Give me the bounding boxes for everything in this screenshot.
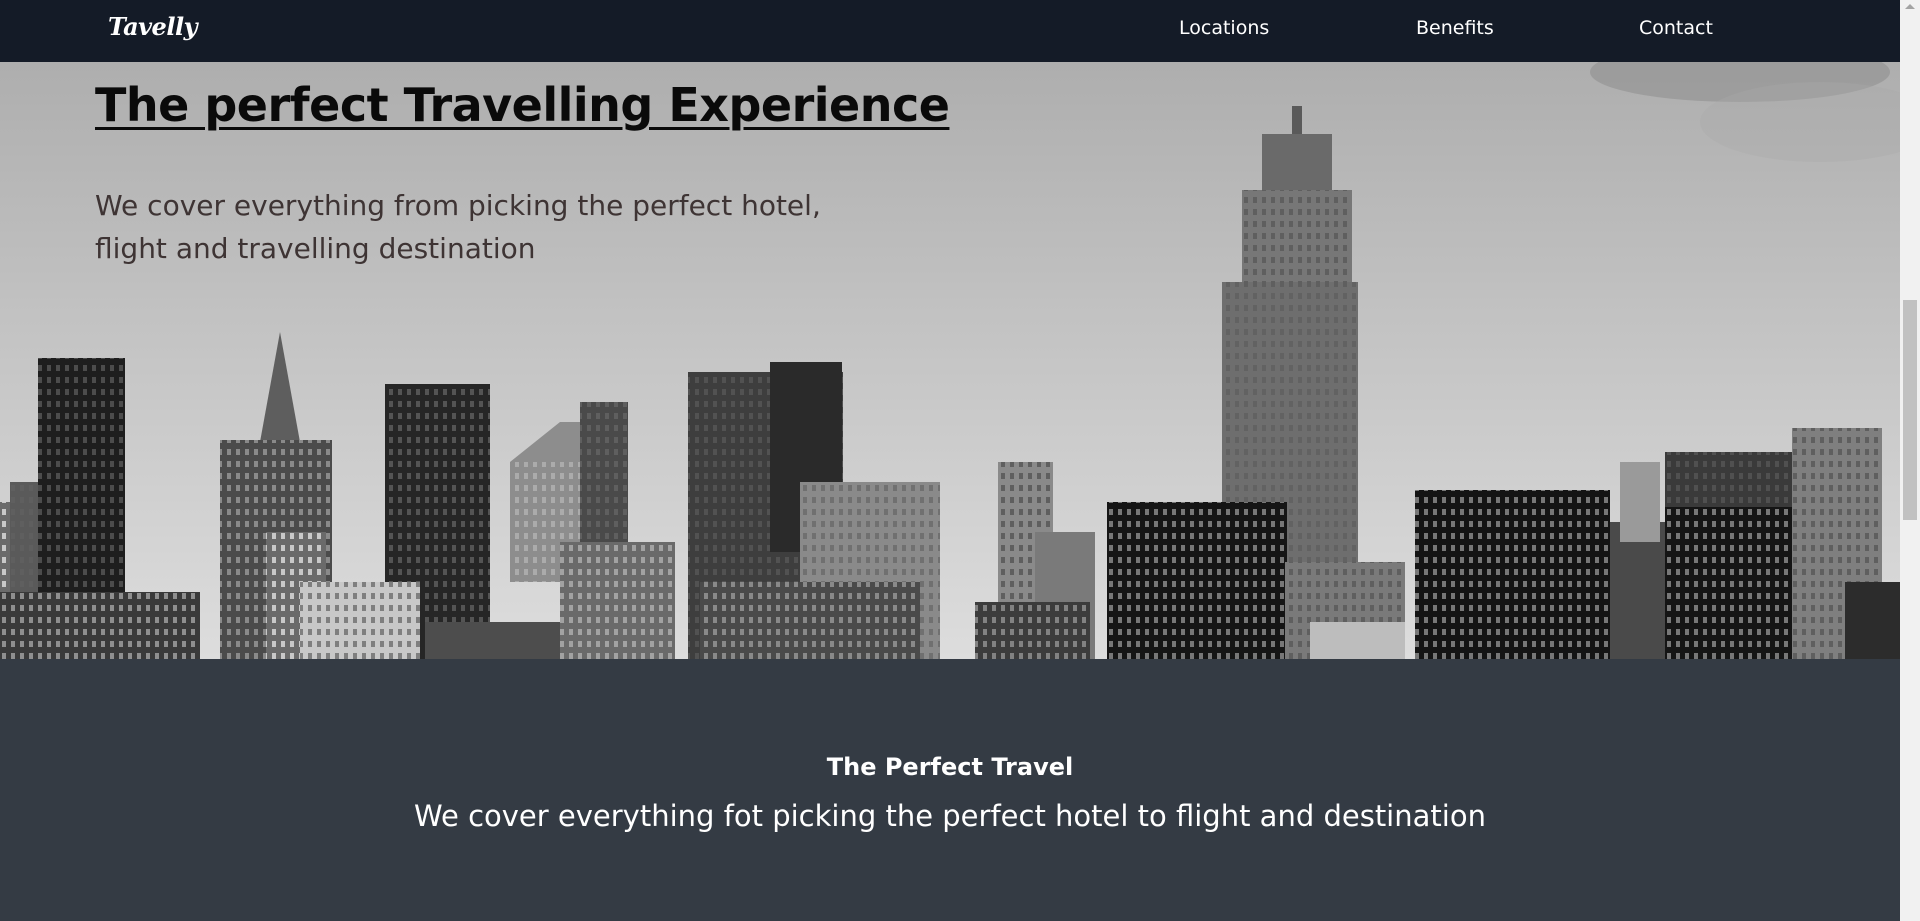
logo[interactable]: Tavelly bbox=[108, 12, 198, 41]
hero-section: The perfect Travelling Experience We cov… bbox=[0, 62, 1900, 659]
hero-title: The perfect Travelling Experience bbox=[95, 78, 950, 132]
hero-subtitle: We cover everything from picking the per… bbox=[95, 189, 821, 265]
nav-link-benefits[interactable]: Benefits bbox=[1416, 17, 1494, 39]
nav-link-contact[interactable]: Contact bbox=[1639, 17, 1713, 39]
section-subtitle: We cover everything fot picking the perf… bbox=[414, 799, 1486, 833]
city-skyline-image bbox=[0, 62, 1900, 659]
scrollbar-thumb[interactable] bbox=[1903, 300, 1917, 520]
vertical-scrollbar[interactable] bbox=[1900, 0, 1920, 921]
section-title: The Perfect Travel bbox=[826, 753, 1074, 781]
navbar: Tavelly Locations Benefits Contact bbox=[0, 0, 1900, 62]
nav-link-locations[interactable]: Locations bbox=[1179, 17, 1269, 39]
features-section: The Perfect Travel We cover everything f… bbox=[0, 659, 1900, 921]
scroll-up-arrow-icon[interactable] bbox=[1905, 4, 1915, 9]
